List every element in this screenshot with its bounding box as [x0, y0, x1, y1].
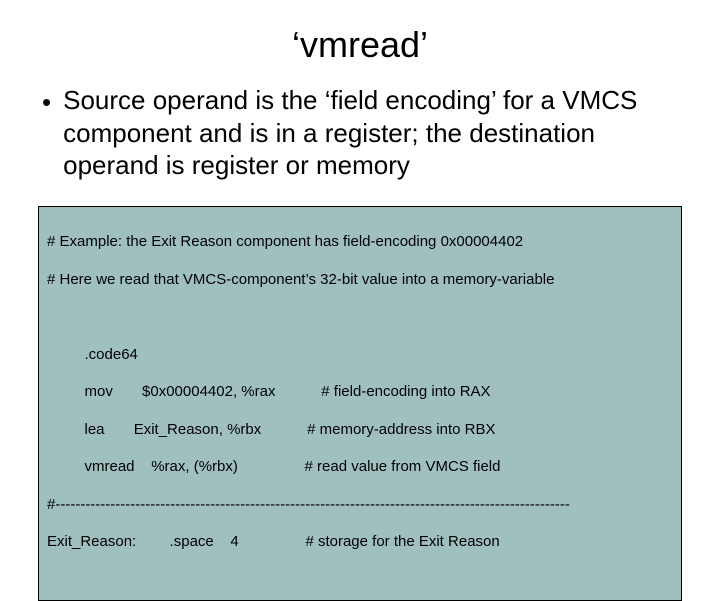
slide-title: ‘vmread’ — [0, 0, 720, 78]
code-comment-2: # Here we read that VMCS-component’s 32-… — [47, 271, 673, 290]
bullet-item: • Source operand is the ‘field encoding’… — [42, 84, 678, 182]
bullet-dot: • — [42, 84, 63, 119]
code-box: # Example: the Exit Reason component has… — [38, 206, 682, 601]
code-comment-1: # Example: the Exit Reason component has… — [47, 233, 673, 252]
code-line-vmread: vmread %rax, (%rbx) # read value from VM… — [47, 458, 673, 477]
bullet-text: Source operand is the ‘field encoding’ f… — [63, 84, 678, 182]
code-line-code64: .code64 — [47, 346, 673, 365]
bullet-area: • Source operand is the ‘field encoding’… — [0, 78, 720, 192]
slide: ‘vmread’ • Source operand is the ‘field … — [0, 0, 720, 540]
code-line-mov: mov $0x00004402, %rax # field-encoding i… — [47, 383, 673, 402]
code-blank — [47, 308, 673, 327]
code-line-lea: lea Exit_Reason, %rbx # memory-address i… — [47, 421, 673, 440]
code-line-dash: #---------------------------------------… — [47, 496, 673, 515]
code-line-exitreason: Exit_Reason: .space 4 # storage for the … — [47, 533, 673, 552]
